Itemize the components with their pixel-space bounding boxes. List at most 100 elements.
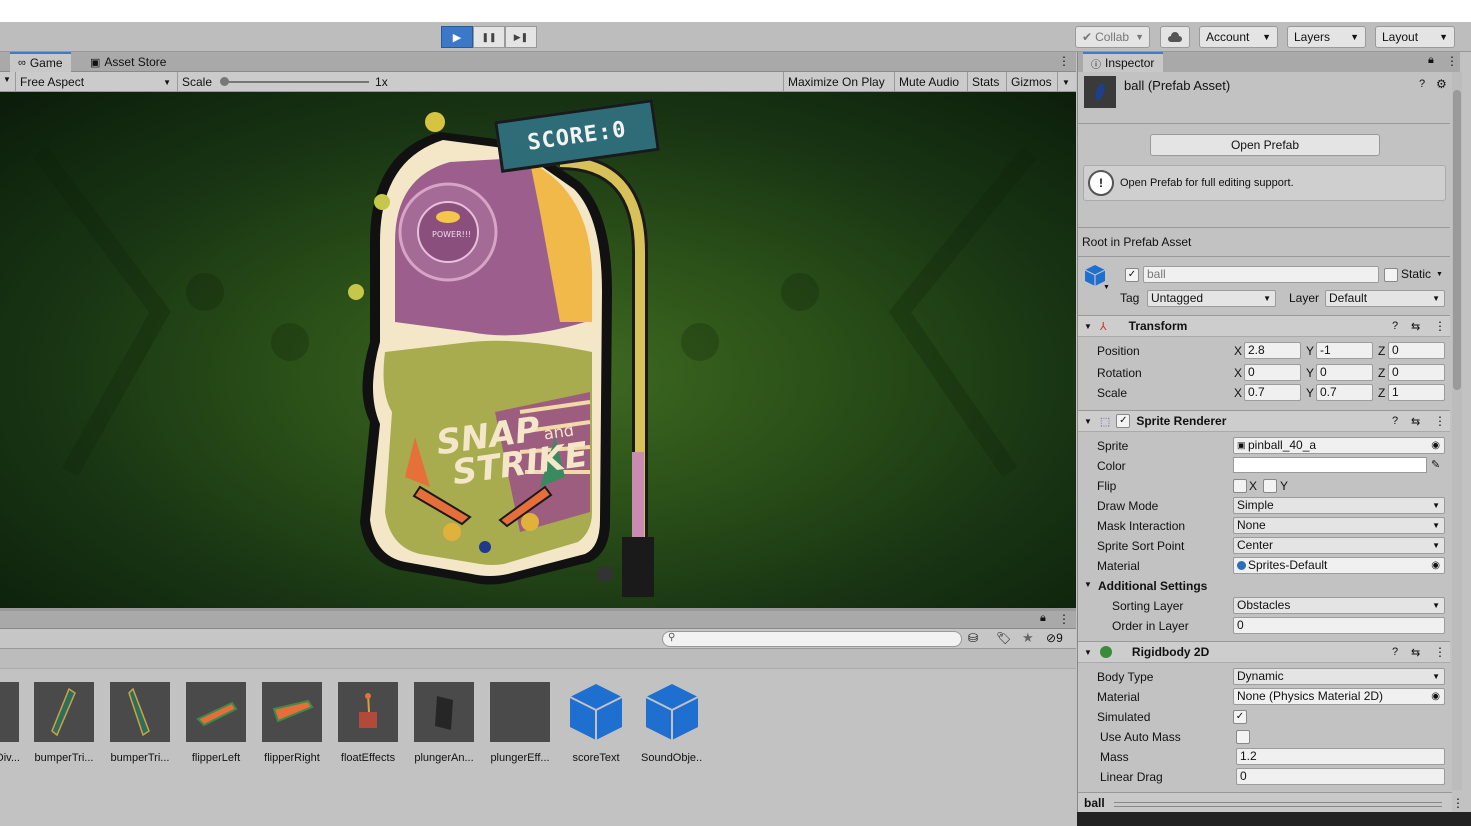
tab-asset-store[interactable]: ▣ Asset Store xyxy=(82,52,174,72)
position-y-field[interactable]: -1 xyxy=(1316,342,1373,359)
additional-settings-foldout[interactable]: Additional Settings xyxy=(1098,579,1207,593)
account-dropdown[interactable]: Account ▼ xyxy=(1199,26,1278,48)
asset-item[interactable]: SoundObje... xyxy=(641,682,703,764)
layers-dropdown[interactable]: Layers ▼ xyxy=(1287,26,1366,48)
inspector-scrollbar-thumb[interactable] xyxy=(1453,90,1461,390)
chevron-down-icon[interactable]: ▼ xyxy=(1103,284,1110,291)
help-icon[interactable]: ? xyxy=(1419,78,1425,90)
asset-item[interactable]: flipperRight xyxy=(261,682,323,764)
color-swatch[interactable] xyxy=(1233,457,1427,473)
maximize-on-play-toggle[interactable]: Maximize On Play xyxy=(783,72,889,92)
kebab-menu-icon[interactable]: ⋮ xyxy=(1446,54,1458,68)
asset-item[interactable]: plungerAn... xyxy=(413,682,475,764)
asset-item[interactable]: floatEffects xyxy=(337,682,399,764)
foldout-arrow-icon[interactable]: ▼ xyxy=(1084,580,1092,589)
project-search-input[interactable]: ⚲ xyxy=(662,631,962,647)
rotation-z-field[interactable]: 0 xyxy=(1388,364,1445,381)
tab-game[interactable]: ∞ Game xyxy=(10,52,71,72)
sprite-renderer-header[interactable]: ▼ ⬚ ✓ Sprite Renderer ? ⇆ ⋮ xyxy=(1078,410,1450,432)
rotation-y-field[interactable]: 0 xyxy=(1316,364,1373,381)
asset-item[interactable]: flipperLeft xyxy=(185,682,247,764)
display-dropdown-icon[interactable]: ▼ xyxy=(3,75,11,84)
gear-icon[interactable]: ⚙ xyxy=(1436,77,1447,91)
object-name-field[interactable]: ball xyxy=(1143,266,1379,283)
asset-item[interactable]: Div... xyxy=(0,682,20,764)
layer-dropdown[interactable]: Default xyxy=(1325,290,1445,307)
cloud-button[interactable] xyxy=(1160,26,1190,48)
active-checkbox[interactable]: ✓ xyxy=(1125,268,1139,282)
scale-x-field[interactable]: 0.7 xyxy=(1244,384,1301,401)
stats-toggle[interactable]: Stats xyxy=(967,72,1003,92)
material-object-field[interactable]: Sprites-Default ◉ xyxy=(1233,557,1445,574)
scale-z-field[interactable]: 1 xyxy=(1388,384,1445,401)
sorting-layer-dropdown[interactable]: Obstacles xyxy=(1233,597,1445,614)
tab-inspector[interactable]: ⓘ Inspector xyxy=(1083,52,1163,72)
linear-drag-field[interactable]: 0 xyxy=(1236,768,1445,785)
body-type-dropdown[interactable]: Dynamic xyxy=(1233,668,1445,685)
kebab-menu-icon[interactable]: ⋮ xyxy=(1434,319,1446,333)
asset-item[interactable]: plungerEff... xyxy=(489,682,551,764)
flip-x-checkbox[interactable] xyxy=(1233,479,1247,493)
position-z-field[interactable]: 0 xyxy=(1388,342,1445,359)
object-picker-icon[interactable]: ◉ xyxy=(1431,689,1440,704)
favorite-star-icon[interactable]: ★ xyxy=(1022,630,1034,646)
lock-icon[interactable]: 🔒︎ xyxy=(1040,612,1046,625)
hidden-packages-toggle[interactable]: ⊘ 9 xyxy=(1046,631,1063,645)
rotation-x-field[interactable]: 0 xyxy=(1244,364,1301,381)
asset-item[interactable]: scoreText xyxy=(565,682,627,764)
transform-header[interactable]: ▼ ⅄ Transform ? ⇆ ⋮ xyxy=(1078,315,1450,337)
asset-item[interactable]: bumperTri... xyxy=(33,682,95,764)
help-icon[interactable]: ? xyxy=(1392,415,1398,427)
sprite-renderer-enabled-checkbox[interactable]: ✓ xyxy=(1116,414,1131,428)
open-prefab-button[interactable]: Open Prefab xyxy=(1150,134,1380,156)
scale-slider-handle[interactable] xyxy=(220,77,230,86)
gizmos-dropdown-icon[interactable]: ▼ xyxy=(1057,72,1074,92)
rigidbody2d-header[interactable]: ▼ Rigidbody 2D ? ⇆ ⋮ xyxy=(1078,641,1450,663)
mask-interaction-dropdown[interactable]: None xyxy=(1233,517,1445,534)
kebab-menu-icon[interactable]: ⋮ xyxy=(1058,612,1070,626)
drag-handle[interactable] xyxy=(1114,802,1442,807)
mute-audio-toggle[interactable]: Mute Audio xyxy=(894,72,963,92)
step-button[interactable]: ▶❚ xyxy=(505,26,537,48)
play-button[interactable]: ▶ xyxy=(441,26,473,48)
sprite-object-field[interactable]: ▣ pinball_40_a ◉ xyxy=(1233,437,1445,454)
flip-y-checkbox[interactable] xyxy=(1263,479,1277,493)
asset-item[interactable]: bumperTri... xyxy=(109,682,171,764)
order-in-layer-field[interactable]: 0 xyxy=(1233,617,1445,634)
eyedropper-icon[interactable]: ✎ xyxy=(1431,458,1440,471)
preset-icon[interactable]: ⇆ xyxy=(1411,646,1420,659)
mass-field[interactable]: 1.2 xyxy=(1236,748,1445,765)
scale-slider[interactable] xyxy=(220,77,370,86)
lock-icon[interactable]: 🔒︎ xyxy=(1428,54,1434,67)
physics-material-field[interactable]: None (Physics Material 2D) ◉ xyxy=(1233,688,1445,705)
preset-icon[interactable]: ⇆ xyxy=(1411,320,1420,333)
gizmos-toggle[interactable]: Gizmos xyxy=(1006,72,1056,92)
help-icon[interactable]: ? xyxy=(1392,646,1398,658)
tab-inspector-label: Inspector xyxy=(1105,56,1155,70)
tag-dropdown[interactable]: Untagged xyxy=(1147,290,1276,307)
collab-button[interactable]: ✔ Collab ▼ xyxy=(1075,26,1150,48)
kebab-menu-icon[interactable]: ⋮ xyxy=(1434,645,1446,659)
static-checkbox[interactable] xyxy=(1384,268,1398,282)
position-x-field[interactable]: 2.8 xyxy=(1244,342,1301,359)
layout-dropdown[interactable]: Layout ▼ xyxy=(1375,26,1455,48)
object-picker-icon[interactable]: ◉ xyxy=(1431,558,1440,573)
kebab-menu-icon[interactable]: ⋮ xyxy=(1434,414,1446,428)
draw-mode-dropdown[interactable]: Simple xyxy=(1233,497,1445,514)
simulated-checkbox[interactable]: ✓ xyxy=(1233,710,1247,724)
chevron-down-icon[interactable]: ▼ xyxy=(1436,271,1443,278)
filter-by-label-icon[interactable]: 🏷︎ xyxy=(996,631,1011,645)
pause-button[interactable]: ❚❚ xyxy=(473,26,505,48)
kebab-menu-icon[interactable]: ⋮ xyxy=(1452,796,1464,810)
sprite-sort-point-dropdown[interactable]: Center xyxy=(1233,537,1445,554)
preview-footer[interactable]: ball xyxy=(1078,792,1452,812)
kebab-menu-icon[interactable]: ⋮ xyxy=(1058,54,1070,68)
use-auto-mass-checkbox[interactable] xyxy=(1236,730,1250,744)
help-icon[interactable]: ? xyxy=(1392,320,1398,332)
aspect-dropdown[interactable]: Free Aspect ▼ xyxy=(15,72,175,92)
game-view[interactable]: POWER!!! SCORE:0 SNAP and STRIKE xyxy=(0,92,1076,608)
filter-by-type-icon[interactable]: ⛁ xyxy=(968,631,978,645)
object-picker-icon[interactable]: ◉ xyxy=(1431,438,1440,453)
preset-icon[interactable]: ⇆ xyxy=(1411,415,1420,428)
scale-y-field[interactable]: 0.7 xyxy=(1316,384,1373,401)
